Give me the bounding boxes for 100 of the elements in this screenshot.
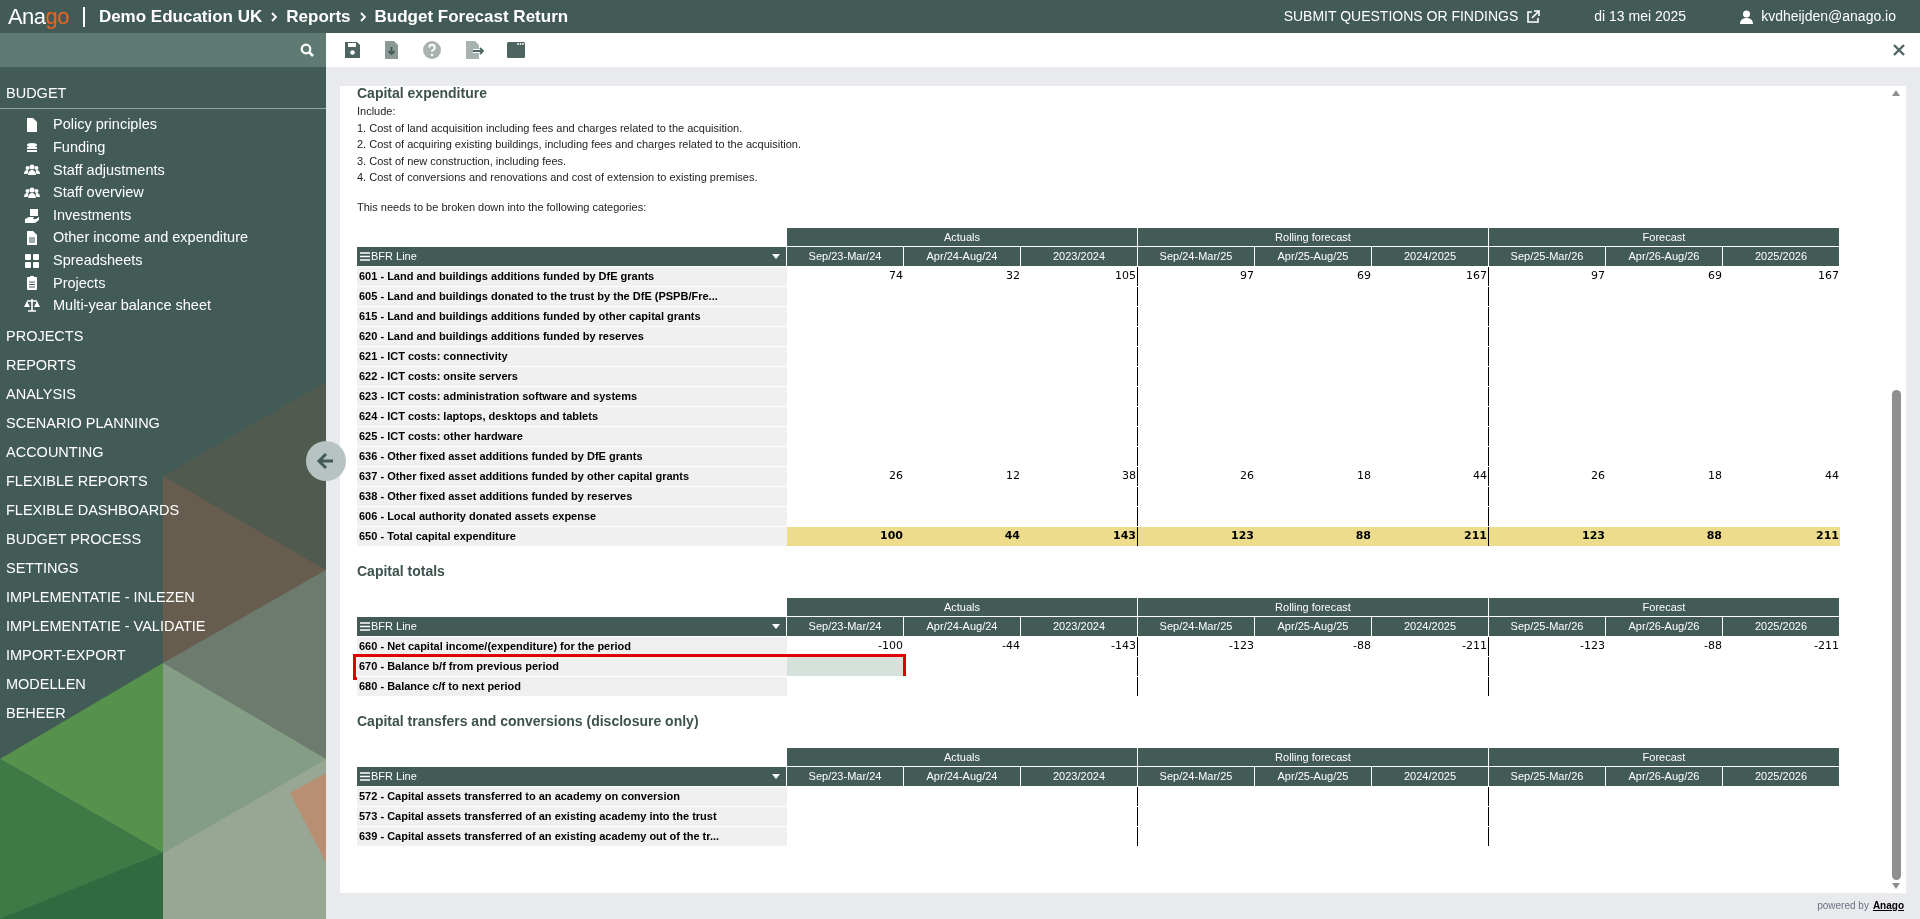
sidebar-section[interactable]: FLEXIBLE DASHBOARDS bbox=[6, 496, 180, 526]
scroll-up-arrow-icon bbox=[1892, 90, 1900, 96]
column-group-header: Forecast bbox=[1489, 227, 1840, 246]
column-header-menu[interactable]: BFR Line bbox=[357, 616, 787, 636]
column-header: 2024/2025 bbox=[1372, 616, 1489, 636]
sidebar-item[interactable]: Other income and expenditure bbox=[0, 226, 260, 250]
sidebar-item[interactable]: Investments bbox=[0, 204, 260, 227]
row-label: 622 - ICT costs: onsite servers bbox=[357, 366, 787, 386]
breadcrumb-link[interactable]: Reports bbox=[286, 3, 351, 30]
sidebar-section[interactable]: MODELLEN bbox=[6, 670, 86, 700]
clipboard-icon bbox=[24, 275, 40, 292]
caret-down-icon bbox=[772, 253, 780, 259]
table-cell[interactable]: 211 bbox=[1372, 526, 1489, 546]
section-title: Capital totals bbox=[357, 563, 445, 579]
sidebar-item[interactable]: Staff adjustments bbox=[0, 159, 260, 182]
description-line: Include: bbox=[357, 104, 397, 119]
row-label: 639 - Capital assets transferred of an existing academy out of the tr... bbox=[357, 826, 787, 846]
column-header: Apr/26-Aug/26 bbox=[1606, 246, 1723, 266]
column-header: 2023/2024 bbox=[1021, 766, 1138, 786]
row-label: 605 - Land and buildings donated to the trust by the DfE (PSPB/Fre... bbox=[357, 286, 787, 306]
export-icon bbox=[464, 40, 484, 60]
table-cell[interactable]: 88 bbox=[1606, 526, 1723, 546]
user-icon bbox=[1740, 9, 1754, 24]
footer-link[interactable]: Anago bbox=[1872, 898, 1904, 913]
sidebar-item[interactable]: Policy principles bbox=[0, 114, 260, 137]
sidebar-section[interactable]: SETTINGS bbox=[6, 554, 79, 584]
chevron-right-icon bbox=[270, 11, 279, 22]
feedback-link[interactable]: SUBMIT QUESTIONS OR FINDINGS bbox=[1283, 6, 1541, 27]
column-header: 2025/2026 bbox=[1723, 766, 1840, 786]
hand-box-icon bbox=[24, 207, 40, 224]
sidebar-section[interactable]: SCENARIO PLANNING bbox=[6, 409, 160, 439]
caret-down-icon bbox=[772, 623, 780, 629]
logo: Anago bbox=[8, 3, 69, 31]
column-header: 2023/2024 bbox=[1021, 616, 1138, 636]
sidebar-search-field[interactable] bbox=[0, 33, 326, 67]
column-header: Apr/24-Aug/24 bbox=[904, 616, 1021, 636]
column-header: Sep/24-Mar/25 bbox=[1138, 246, 1255, 266]
section-title: Capital expenditure bbox=[357, 86, 487, 101]
user-menu[interactable]: kvdheijden@anago.io bbox=[1740, 6, 1896, 27]
sidebar-section[interactable]: BEHEER bbox=[6, 699, 66, 729]
document-lines-icon bbox=[24, 230, 40, 247]
sidebar-item[interactable]: Projects bbox=[0, 272, 260, 295]
window-button[interactable] bbox=[506, 40, 526, 60]
save-icon bbox=[343, 40, 363, 60]
sidebar-section[interactable]: PROJECTS bbox=[6, 322, 84, 352]
sidebar-item[interactable]: Spreadsheets bbox=[0, 249, 260, 273]
table-cell[interactable]: 123 bbox=[1138, 526, 1255, 546]
table-cell[interactable]: 44 bbox=[904, 526, 1021, 546]
close-icon bbox=[1893, 44, 1905, 56]
sidebar-section[interactable]: BUDGET bbox=[0, 79, 326, 109]
sidebar-section[interactable]: FLEXIBLE REPORTS bbox=[6, 467, 148, 497]
column-header: 2024/2025 bbox=[1372, 766, 1489, 786]
row-label: 623 - ICT costs: administration software and systems bbox=[357, 386, 787, 406]
row-label: 625 - ICT costs: other hardware bbox=[357, 426, 787, 446]
column-header: Sep/24-Mar/25 bbox=[1138, 766, 1255, 786]
sidebar-section[interactable]: IMPLEMENTATIE - VALIDATIE bbox=[6, 612, 206, 642]
column-header: Apr/26-Aug/26 bbox=[1606, 766, 1723, 786]
sidebar-section[interactable]: ACCOUNTING bbox=[6, 438, 104, 468]
sidebar-section[interactable]: ANALYSIS bbox=[6, 380, 76, 410]
row-label: 636 - Other fixed asset additions funded by DfE grants bbox=[357, 446, 787, 466]
table-cell[interactable]: 211 bbox=[1723, 526, 1840, 546]
sidebar-section[interactable]: REPORTS bbox=[6, 351, 76, 381]
column-header-menu[interactable]: BFR Line bbox=[357, 246, 787, 266]
menu-icon bbox=[360, 621, 370, 631]
table-cell[interactable]: 88 bbox=[1255, 526, 1372, 546]
sidebar-section[interactable]: IMPLEMENTATIE - INLEZEN bbox=[6, 583, 195, 613]
description-line: This needs to be broken down into the following categories: bbox=[357, 199, 648, 215]
menu-icon bbox=[360, 251, 370, 261]
column-group-header: Actuals bbox=[787, 747, 1138, 766]
sidebar-item[interactable]: Funding bbox=[0, 136, 260, 160]
table-cell[interactable]: 100 bbox=[787, 526, 904, 546]
sidebar-section[interactable]: BUDGET PROCESS bbox=[6, 525, 142, 555]
sidebar-item[interactable]: Multi-year balance sheet bbox=[0, 294, 260, 318]
column-header: Sep/24-Mar/25 bbox=[1138, 616, 1255, 636]
column-header: 2025/2026 bbox=[1723, 246, 1840, 266]
export-button[interactable] bbox=[464, 40, 484, 60]
table-cell[interactable]: 123 bbox=[1489, 526, 1606, 546]
column-group-header: Rolling forecast bbox=[1138, 597, 1489, 616]
breadcrumb-link[interactable]: Budget Forecast Return bbox=[374, 3, 569, 30]
section-title: Capital transfers and conversions (disclosure only) bbox=[357, 713, 699, 729]
column-header: 2025/2026 bbox=[1723, 616, 1840, 636]
column-group-header: Rolling forecast bbox=[1138, 747, 1489, 766]
grid-icon bbox=[24, 252, 40, 269]
sidebar-item[interactable]: Staff overview bbox=[0, 181, 260, 205]
search-icon bbox=[300, 43, 314, 57]
row-label: 601 - Land and buildings additions funded by DfE grants bbox=[357, 266, 787, 286]
row-label: 680 - Balance c/f to next period bbox=[357, 676, 787, 696]
column-header: Apr/24-Aug/24 bbox=[904, 766, 1021, 786]
scale-icon bbox=[24, 298, 40, 315]
chevron-right-icon bbox=[358, 11, 367, 22]
close-button[interactable] bbox=[1892, 43, 1906, 57]
sidebar-section[interactable]: IMPORT-EXPORT bbox=[6, 641, 126, 671]
scrollbar-thumb[interactable] bbox=[1891, 390, 1901, 880]
save-button[interactable] bbox=[343, 40, 363, 60]
column-header: 2024/2025 bbox=[1372, 246, 1489, 266]
row-label: 615 - Land and buildings additions funded by other capital grants bbox=[357, 306, 787, 326]
table-cell[interactable]: 143 bbox=[1021, 526, 1138, 546]
breadcrumb-link[interactable]: Demo Education UK bbox=[98, 3, 263, 30]
column-group-header: Actuals bbox=[787, 227, 1138, 246]
column-header-menu[interactable]: BFR Line bbox=[357, 766, 787, 786]
